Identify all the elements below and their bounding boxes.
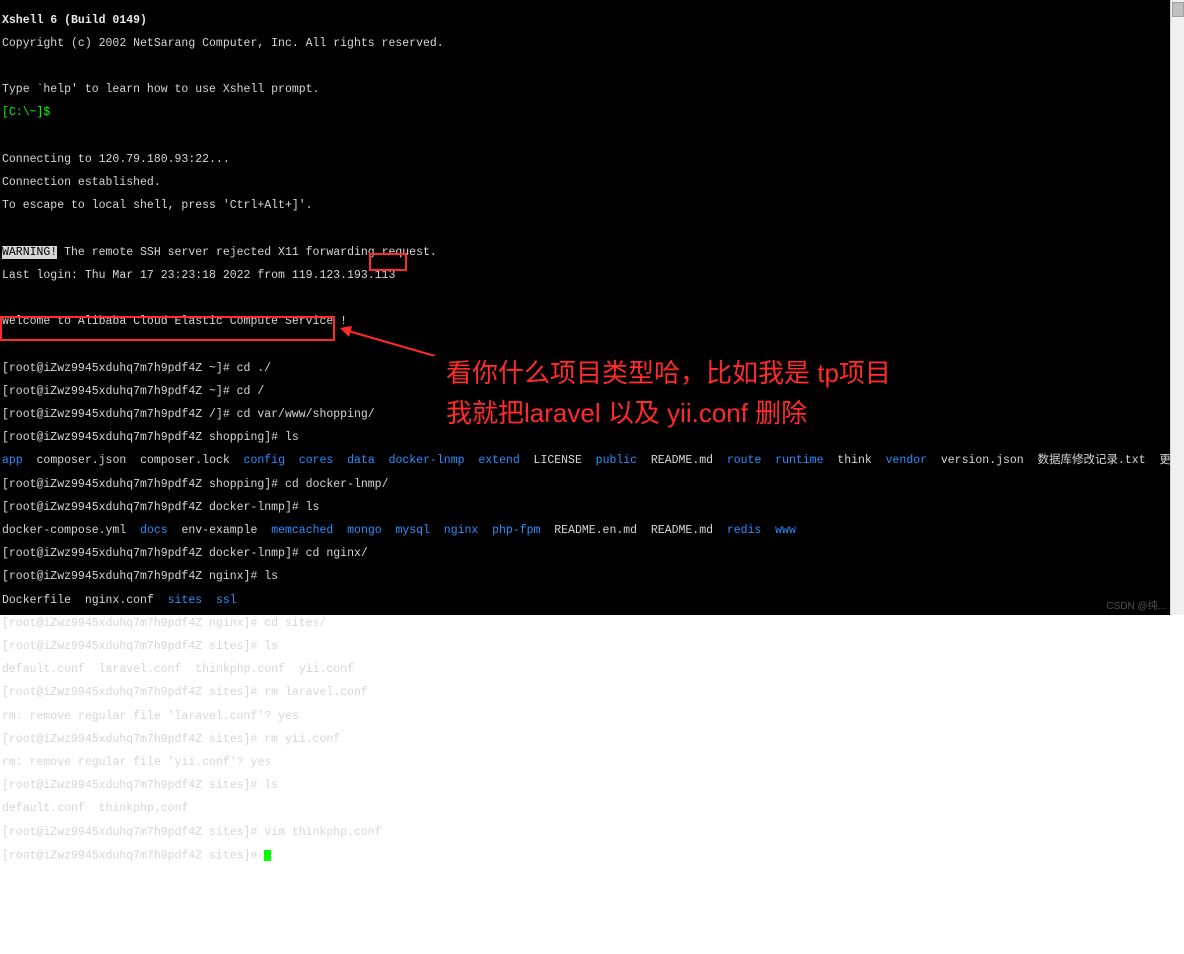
welcome-text: Welcome to Alibaba Cloud Elastic Compute… [2, 316, 1168, 328]
app-title: Xshell 6 (Build 0149) [2, 15, 1168, 27]
cmd-line: [root@iZwz9945xduhq7m7h9pdf4Z sites]# rm… [2, 687, 1168, 699]
cmd-line: [root@iZwz9945xduhq7m7h9pdf4Z shopping]#… [2, 479, 1168, 491]
cmd-line: [root@iZwz9945xduhq7m7h9pdf4Z docker-lnm… [2, 502, 1168, 514]
cmd-line: [root@iZwz9945xduhq7m7h9pdf4Z nginx]# ls [2, 571, 1168, 583]
cmd-line: [root@iZwz9945xduhq7m7h9pdf4Z sites]# rm… [2, 734, 1168, 746]
scrollbar[interactable] [1170, 0, 1184, 615]
last-login: Last login: Thu Mar 17 23:23:18 2022 fro… [2, 270, 1168, 282]
warning-line: WARNING! The remote SSH server rejected … [2, 247, 1168, 259]
established-text: Connection established. [2, 177, 1168, 189]
help-text: Type `help' to learn how to use Xshell p… [2, 84, 1168, 96]
cmd-line: [root@iZwz9945xduhq7m7h9pdf4Z shopping]#… [2, 432, 1168, 444]
watermark-text: CSDN @纯... [1106, 602, 1166, 612]
connecting-text: Connecting to 120.79.180.93:22... [2, 154, 1168, 166]
escape-text: To escape to local shell, press 'Ctrl+Al… [2, 200, 1168, 212]
ls-output: docker-compose.yml docs env-example memc… [2, 525, 1168, 537]
ls-output: Dockerfile nginx.conf sites ssl [2, 595, 1168, 607]
local-prompt: [C:\~]$ [2, 107, 1168, 119]
cmd-line: [root@iZwz9945xduhq7m7h9pdf4Z sites]# vi… [2, 827, 1168, 839]
cmd-line: [root@iZwz9945xduhq7m7h9pdf4Z docker-lnm… [2, 548, 1168, 560]
ls-output: default.conf thinkphp.conf [2, 803, 1168, 815]
rm-confirm: rm: remove regular file 'yii.conf'? yes [2, 757, 1168, 769]
copyright-text: Copyright (c) 2002 NetSarang Computer, I… [2, 38, 1168, 50]
cursor-icon [264, 850, 271, 861]
annotation-text: 看你什么项目类型哈，比如我是 tp项目 我就把laravel 以及 yii.co… [446, 353, 891, 433]
rm-confirm: rm: remove regular file 'laravel.conf'? … [2, 711, 1168, 723]
terminal-window[interactable]: Xshell 6 (Build 0149) Copyright (c) 2002… [0, 0, 1170, 615]
warning-label: WARNING! [2, 246, 57, 259]
active-prompt[interactable]: [root@iZwz9945xduhq7m7h9pdf4Z sites]# [2, 850, 1168, 862]
cmd-line: [root@iZwz9945xduhq7m7h9pdf4Z sites]# ls [2, 780, 1168, 792]
scrollbar-thumb[interactable] [1172, 2, 1184, 17]
cmd-line: [root@iZwz9945xduhq7m7h9pdf4Z nginx]# cd… [2, 618, 1168, 630]
cmd-line: [root@iZwz9945xduhq7m7h9pdf4Z sites]# ls [2, 641, 1168, 653]
ls-output: app composer.json composer.lock config c… [2, 455, 1168, 467]
ls-output: default.conf laravel.conf thinkphp.conf … [2, 664, 1168, 676]
